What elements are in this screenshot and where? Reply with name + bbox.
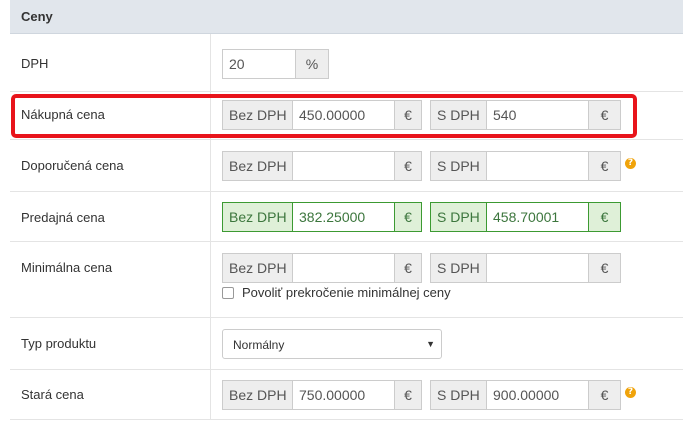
recommended-currency: € — [395, 151, 422, 181]
recommended-without-vat-addon: Bez DPH — [222, 151, 292, 181]
minimal-with-vat-currency: € — [589, 253, 621, 283]
minimal-without-vat-input[interactable] — [292, 253, 395, 283]
recommended-with-vat-input[interactable] — [486, 151, 589, 181]
recommended-without-vat-group: Bez DPH € — [222, 151, 422, 181]
purchase-with-vat-addon: S DPH — [430, 100, 486, 130]
recommended-price-row: Doporučená cena Bez DPH € S DPH € ? — [10, 140, 683, 192]
product-type-select[interactable]: Normálny ▼ — [222, 329, 442, 359]
minimal-with-vat-addon: S DPH — [430, 253, 486, 283]
vat-input-group: 20 % — [222, 49, 329, 79]
old-with-vat-group: S DPH 900.00000 € — [430, 380, 621, 410]
minimal-currency: € — [395, 253, 422, 283]
selling-without-vat-group: Bez DPH 382.25000 € — [222, 202, 422, 232]
purchase-with-vat-currency: € — [589, 100, 621, 130]
minimal-with-vat-input[interactable] — [486, 253, 589, 283]
panel-title: Ceny — [21, 9, 53, 24]
product-type-label: Typ produktu — [21, 336, 97, 351]
selling-without-vat-addon: Bez DPH — [222, 202, 292, 232]
vat-label: DPH — [21, 56, 49, 71]
minimal-price-label: Minimálna cena — [21, 260, 113, 275]
old-without-vat-group: Bez DPH 750.00000 € — [222, 380, 422, 410]
allow-exceed-label: Povoliť prekročenie minimálnej ceny — [242, 285, 451, 300]
question-icon[interactable]: ? — [625, 387, 636, 398]
caret-down-icon: ▼ — [426, 339, 435, 349]
purchase-without-vat-group: Bez DPH 450.00000 € — [222, 100, 422, 130]
old-without-vat-addon: Bez DPH — [222, 380, 292, 410]
selling-with-vat-group: S DPH 458.70001 € — [430, 202, 621, 232]
vat-input[interactable]: 20 — [222, 49, 296, 79]
allow-exceed-checkbox[interactable] — [222, 287, 234, 299]
purchase-price-row: Nákupná cena Bez DPH 450.00000 € S DPH 5… — [10, 92, 683, 140]
recommended-price-label: Doporučená cena — [21, 158, 124, 173]
selling-with-vat-addon: S DPH — [430, 202, 486, 232]
purchase-currency: € — [395, 100, 422, 130]
old-without-vat-input[interactable]: 750.00000 — [292, 380, 395, 410]
minimal-without-vat-group: Bez DPH € — [222, 253, 422, 283]
old-price-row: Stará cena Bez DPH 750.00000 € S DPH 900… — [10, 370, 683, 420]
product-type-value: Normálny — [233, 338, 285, 352]
selling-without-vat-input[interactable]: 382.25000 — [292, 202, 395, 232]
purchase-price-label: Nákupná cena — [21, 107, 105, 122]
purchase-without-vat-input[interactable]: 450.00000 — [292, 100, 395, 130]
selling-currency: € — [395, 202, 422, 232]
old-with-vat-currency: € — [589, 380, 621, 410]
old-with-vat-addon: S DPH — [430, 380, 486, 410]
purchase-with-vat-group: S DPH 540 € — [430, 100, 621, 130]
recommended-with-vat-group: S DPH € — [430, 151, 621, 181]
minimal-with-vat-group: S DPH € — [430, 253, 621, 283]
old-price-label: Stará cena — [21, 387, 84, 402]
selling-price-label: Predajná cena — [21, 210, 105, 225]
selling-price-row: Predajná cena Bez DPH 382.25000 € S DPH … — [10, 192, 683, 242]
panel-header: Ceny — [10, 0, 683, 34]
selling-with-vat-currency: € — [589, 202, 621, 232]
question-icon[interactable]: ? — [625, 158, 636, 169]
purchase-without-vat-addon: Bez DPH — [222, 100, 292, 130]
old-currency: € — [395, 380, 422, 410]
recommended-without-vat-input[interactable] — [292, 151, 395, 181]
vat-row: DPH 20 % — [10, 34, 683, 92]
purchase-with-vat-input[interactable]: 540 — [486, 100, 589, 130]
minimal-without-vat-addon: Bez DPH — [222, 253, 292, 283]
selling-with-vat-input[interactable]: 458.70001 — [486, 202, 589, 232]
product-type-row: Typ produktu Normálny ▼ — [10, 318, 683, 370]
recommended-with-vat-addon: S DPH — [430, 151, 486, 181]
recommended-with-vat-currency: € — [589, 151, 621, 181]
minimal-price-row: Minimálna cena Bez DPH € S DPH € Povoliť… — [10, 242, 683, 318]
vat-unit: % — [296, 49, 329, 79]
old-with-vat-input[interactable]: 900.00000 — [486, 380, 589, 410]
